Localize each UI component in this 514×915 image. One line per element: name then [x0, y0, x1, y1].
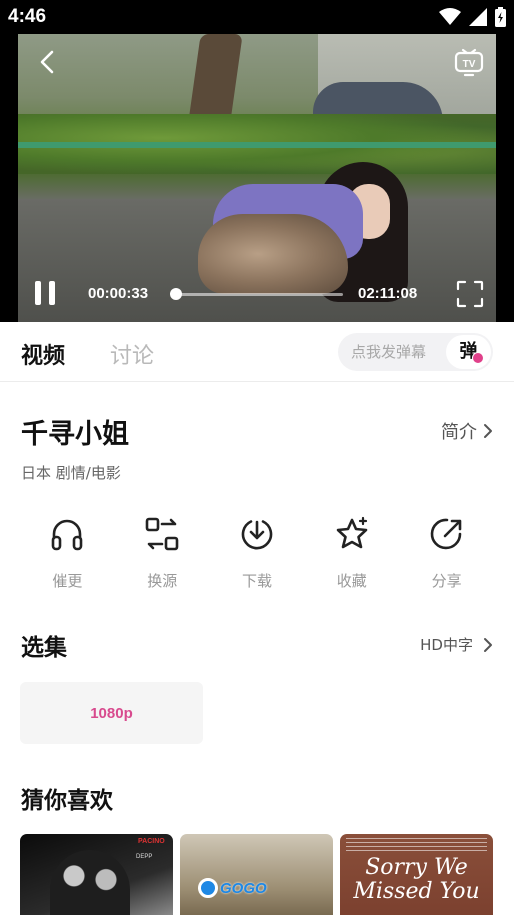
danmaku-box: 弹: [338, 333, 493, 371]
poster-image: [50, 850, 130, 915]
tab-video[interactable]: 视频: [21, 338, 65, 370]
poster-card[interactable]: Sorry We Missed You: [340, 834, 493, 915]
download-icon: [241, 520, 273, 550]
movie-meta: 日本 剧情/电影: [21, 464, 121, 482]
signal-icon: [469, 8, 487, 26]
pause-bar-right: [49, 281, 55, 305]
movie-title: 千寻小姐: [21, 419, 129, 450]
action-label: 收藏: [336, 572, 367, 590]
pause-bar-left: [35, 281, 41, 305]
watermark-logo: GOGO: [198, 878, 267, 898]
scene-rail: [18, 142, 496, 148]
intro-label: 简介: [441, 422, 477, 443]
progress-thumb[interactable]: [169, 288, 182, 300]
video-player[interactable]: TV 00:00:33 02:11:08: [0, 34, 514, 322]
logo-mark: [198, 878, 218, 898]
back-arrow-icon[interactable]: [34, 48, 62, 76]
action-label: 下载: [241, 572, 272, 590]
progress-bar[interactable]: [169, 288, 343, 300]
action-label: 分享: [431, 572, 462, 590]
action-favorite[interactable]: 收藏: [304, 516, 399, 596]
danmaku-toggle-button[interactable]: 弹: [446, 335, 491, 369]
action-label: 换源: [147, 572, 178, 590]
recommend-posters: PACINO DEPP GOGO Sorry We Missed You: [20, 834, 494, 915]
danmaku-status-dot: [472, 352, 484, 364]
switch-source-icon: [145, 517, 179, 551]
action-row: 催更 换源 下载 收藏 分享: [20, 516, 494, 596]
episodes-more-label: HD中字: [420, 636, 473, 654]
chevron-right-icon: [484, 637, 492, 652]
recommend-title: 猜你喜欢: [21, 788, 113, 814]
episodes-title: 选集: [21, 635, 67, 661]
fullscreen-icon[interactable]: [456, 280, 484, 308]
poster-card[interactable]: GOGO: [180, 834, 333, 915]
logo-text: GOGO: [220, 879, 267, 897]
svg-text:TV: TV: [463, 59, 476, 70]
poster-title: Sorry We Missed You: [353, 855, 480, 904]
poster-card[interactable]: PACINO DEPP: [20, 834, 173, 915]
battery-icon: [495, 7, 506, 27]
intro-link[interactable]: 简介: [441, 418, 493, 444]
star-icon: [336, 516, 368, 549]
player-controls: 00:00:33 02:11:08: [0, 274, 514, 314]
chevron-right-icon: [484, 424, 492, 438]
action-switch-source[interactable]: 换源: [115, 516, 210, 596]
headphones-icon: [52, 519, 83, 551]
episode-chip[interactable]: 1080p: [20, 682, 203, 744]
status-time: 4:46: [8, 6, 47, 27]
share-icon: [430, 518, 461, 550]
action-urge-update[interactable]: 催更: [20, 516, 115, 596]
status-icons: [439, 7, 506, 27]
current-time: 00:00:33: [88, 285, 149, 302]
total-time: 02:11:08: [358, 285, 418, 302]
episodes-more-link[interactable]: HD中字: [420, 634, 493, 655]
tab-discussion[interactable]: 讨论: [110, 338, 154, 370]
episode-chip-label: 1080p: [90, 705, 133, 722]
tab-bar: 视频 讨论 弹: [0, 322, 514, 382]
poster-text: DEPP: [136, 854, 153, 860]
pause-button[interactable]: [32, 281, 58, 307]
action-label: 催更: [52, 572, 83, 590]
action-share[interactable]: 分享: [399, 516, 494, 596]
poster-review-text: [346, 838, 487, 854]
poster-text: PACINO: [138, 838, 165, 845]
status-bar: 4:46: [0, 0, 514, 34]
tv-cast-icon[interactable]: TV: [454, 48, 484, 78]
danmaku-input[interactable]: [338, 333, 446, 371]
action-download[interactable]: 下载: [210, 516, 305, 596]
wifi-icon: [439, 8, 461, 25]
